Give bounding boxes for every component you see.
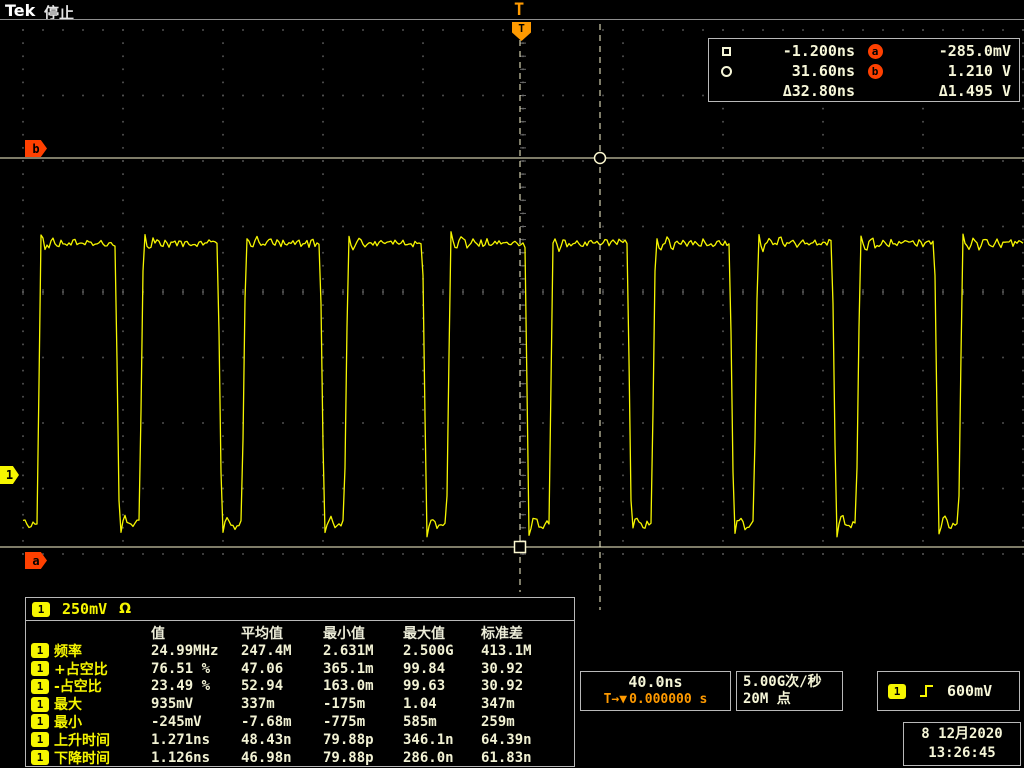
cursor-delta-row: Δ32.80ns Δ1.495 V (709, 81, 1019, 101)
measurement-value: -7.68m (241, 714, 323, 730)
trigger-source-badge: 1 (888, 684, 906, 699)
trigger-level: 600mV (947, 682, 992, 700)
measurement-value: 79.88p (323, 750, 403, 766)
column-header-value: 值 (151, 623, 241, 643)
measurement-row: 1 下降时间 1.126ns46.98n79.88p286.0n61.83n (31, 748, 574, 766)
cursor-1-marker[interactable] (515, 542, 526, 553)
channel-1-badge: 1 (31, 714, 49, 729)
column-header-stddev: 标准差 (481, 623, 574, 643)
cursor-1-amplitude: -285.0mV (895, 42, 1019, 60)
measurement-header-row: 值 平均值 最小值 最大值 标准差 (31, 623, 574, 641)
measurement-value: 99.63 (403, 678, 481, 694)
measurement-value: 23.49 % (151, 678, 241, 694)
trigger-position-value: 0.000000 s (629, 691, 707, 708)
measurement-value: 247.4M (241, 643, 323, 659)
channel-1-badge: 1 (31, 643, 49, 658)
measurement-value: 61.83n (481, 750, 574, 766)
channel-1-badge: 1 (31, 661, 49, 676)
trigger-badge[interactable]: 1 600mV (877, 671, 1020, 711)
channel-1-badge: 1 (31, 750, 49, 765)
horizontal-scale-readout[interactable]: 40.0ns T→▼ 0.000000 s (580, 671, 731, 711)
measurement-table: 值 平均值 最小值 最大值 标准差 1频率24.99MHz247.4M2.631… (25, 620, 575, 767)
delta-time: Δ32.80ns (743, 82, 855, 100)
measurement-value: 1.04 (403, 696, 481, 712)
measurement-label: 1 下降时间 (31, 748, 151, 768)
measurement-rows: 1频率24.99MHz247.4M2.631M2.500G413.1M1+占空比… (31, 641, 574, 766)
channel-coupling: Ω (119, 601, 131, 617)
channel-1-badge: 1 (31, 732, 49, 747)
cursor-2-time: 31.60ns (743, 62, 855, 80)
channel-1-scale-badge[interactable]: 1 250mV Ω (25, 597, 575, 621)
measurement-value: 365.1m (323, 661, 403, 677)
measurement-value: 1.126ns (151, 750, 241, 766)
measurement-value: 337m (241, 696, 323, 712)
cursor-readout-panel: -1.200ns a -285.0mV 31.60ns b 1.210 V Δ3… (708, 38, 1020, 102)
cursor-2-circle-icon (721, 66, 732, 77)
measurement-value: 64.39n (481, 732, 574, 748)
channel-vertical-scale: 250mV (62, 600, 107, 618)
measurement-value: 79.88p (323, 732, 403, 748)
acquisition-readout: 5.00G次/秒 20M 点 (736, 671, 843, 711)
measurement-value: 163.0m (323, 678, 403, 694)
measurement-value: 47.06 (241, 661, 323, 677)
source-a-badge: a (868, 44, 883, 59)
measurement-row: 1上升时间1.271ns48.43n79.88p346.1n64.39n (31, 730, 574, 748)
column-header-min: 最小值 (323, 623, 403, 643)
measurement-value: 30.92 (481, 661, 574, 677)
trigger-position-icon: T→▼ (604, 691, 627, 708)
measurement-value: 286.0n (403, 750, 481, 766)
measurement-value: 1.271ns (151, 732, 241, 748)
measurement-value: -175m (323, 696, 403, 712)
measurement-value: 2.631M (323, 643, 403, 659)
channel-1-badge: 1 (31, 679, 49, 694)
channel-1-badge: 1 (32, 602, 50, 617)
rising-edge-icon (919, 684, 934, 698)
column-header-max: 最大值 (403, 623, 481, 643)
header-divider (0, 19, 1024, 20)
datetime-readout: 8 12月2020 13:26:45 (903, 722, 1021, 766)
measurement-value: 48.43n (241, 732, 323, 748)
measurement-value: 2.500G (403, 643, 481, 659)
channel-1-badge: 1 (31, 697, 49, 712)
measurement-row: 1频率24.99MHz247.4M2.631M2.500G413.1M (31, 641, 574, 659)
measurement-value: 99.84 (403, 661, 481, 677)
cursor-2-amplitude: 1.210 V (895, 62, 1019, 80)
measurement-value: 259m (481, 714, 574, 730)
date-label: 8 12月2020 (921, 725, 1002, 744)
measurement-value: 52.94 (241, 678, 323, 694)
measurement-row: 1最大935mV337m-175m1.04347m (31, 694, 574, 712)
measurement-value: 24.99MHz (151, 643, 241, 659)
trigger-position-indicator[interactable]: T (514, 0, 524, 20)
measurement-value: 585m (403, 714, 481, 730)
delta-amplitude: Δ1.495 V (895, 82, 1019, 100)
cursor-2-row: 31.60ns b 1.210 V (709, 61, 1019, 81)
cursor-2-marker[interactable] (595, 153, 606, 164)
record-length: 20M 点 (743, 691, 842, 708)
measurement-value: 30.92 (481, 678, 574, 694)
measurement-row: 1-占空比23.49 %52.94163.0m99.6330.92 (31, 676, 574, 694)
measurement-value: 413.1M (481, 643, 574, 659)
trigger-position-readout: T→▼ 0.000000 s (604, 691, 708, 708)
measurement-value: 346.1n (403, 732, 481, 748)
oscilloscope-screen: Tek 停止 T T b a 1 -1.200ns a -285.0mV 31.… (0, 0, 1024, 768)
measurement-value: 935mV (151, 696, 241, 712)
cursor-1-time: -1.200ns (743, 42, 855, 60)
measurement-name: 下降时间 (54, 748, 110, 768)
column-header-mean: 平均值 (241, 623, 323, 643)
cursor-1-square-icon (722, 47, 731, 56)
measurement-row: 1+占空比76.51 %47.06365.1m99.8430.92 (31, 659, 574, 677)
measurement-value: 46.98n (241, 750, 323, 766)
measurement-value: 76.51 % (151, 661, 241, 677)
cursor-1-row: -1.200ns a -285.0mV (709, 41, 1019, 61)
measurement-value: 347m (481, 696, 574, 712)
measurement-value: -775m (323, 714, 403, 730)
timebase-scale: 40.0ns (628, 674, 682, 691)
brand-logo: Tek (5, 1, 35, 20)
source-b-badge: b (868, 64, 883, 79)
measurement-row: 1最小-245mV-7.68m-775m585m259m (31, 712, 574, 730)
time-label: 13:26:45 (928, 744, 995, 763)
sample-rate: 5.00G次/秒 (743, 674, 842, 691)
measurement-value: -245mV (151, 714, 241, 730)
